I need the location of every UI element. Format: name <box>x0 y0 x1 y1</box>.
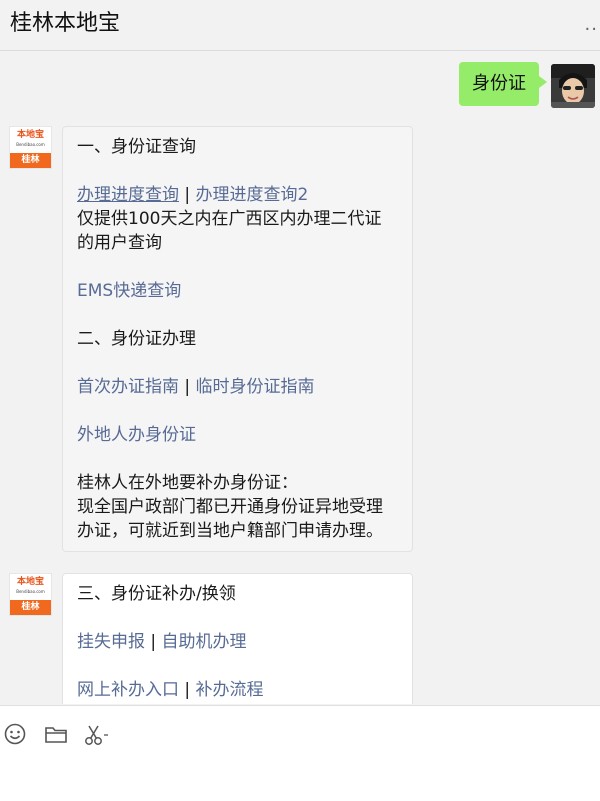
scissors-icon[interactable] <box>84 723 108 747</box>
section-heading: 一、身份证查询 <box>77 137 196 157</box>
info-title: 桂林人在外地要补办身份证： <box>77 473 298 493</box>
link-separator: | <box>184 680 191 700</box>
chat-title: 桂林本地宝 <box>10 11 121 36</box>
bot-avatar[interactable]: 本地宝 Bendibao.com 桂林 <box>9 126 52 169</box>
ems-query-link[interactable]: EMS快递查询 <box>77 279 398 303</box>
bot-message-bubble: 三、身份证补办/换领 挂失申报 | 自助机办理 网上补办入口 | 补办流程 <box>62 573 413 704</box>
progress-links: 办理进度查询 | 办理进度查询2 <box>77 183 398 207</box>
user-avatar[interactable] <box>551 64 595 108</box>
input-toolbar <box>0 705 600 801</box>
replace-links: 挂失申报 | 自助机办理 <box>77 630 398 654</box>
link-separator: | <box>184 377 191 397</box>
logo-city: 桂林 <box>10 600 51 615</box>
info-body: 现全国户政部门都已开通身份证异地受理办证，可就近到当地户籍部门申请办理。 <box>77 497 383 541</box>
query-note: 仅提供100天之内在广西区内办理二代证的用户查询 <box>77 209 382 253</box>
self-service-link[interactable]: 自助机办理 <box>162 632 247 652</box>
guide-links: 首次办证指南 | 临时身份证指南 <box>77 375 398 399</box>
more-options-icon[interactable]: .. <box>585 14 598 35</box>
progress-query-link[interactable]: 办理进度查询 <box>77 185 179 205</box>
online-replace-link[interactable]: 网上补办入口 <box>77 680 179 700</box>
section-heading: 三、身份证补办/换领 <box>77 584 236 604</box>
bot-message-bubble: 一、身份证查询 办理进度查询 | 办理进度查询2 仅提供100天之内在广西区内办… <box>62 126 413 552</box>
folder-icon[interactable] <box>44 723 68 747</box>
first-id-guide-link[interactable]: 首次办证指南 <box>77 377 179 397</box>
bot-avatar[interactable]: 本地宝 Bendibao.com 桂林 <box>9 573 52 616</box>
logo-city: 桂林 <box>10 153 51 168</box>
temp-id-guide-link[interactable]: 临时身份证指南 <box>196 377 315 397</box>
logo-text: 本地宝 <box>16 130 44 140</box>
chat-header: 桂林本地宝 .. <box>0 0 600 51</box>
user-message-bubble: 身份证 <box>459 62 547 106</box>
message-list[interactable]: 身份证 本地宝 Bendibao.com 桂林 一、身份证查询 办理进度查询 |… <box>0 51 600 704</box>
logo-sub: Bendibao.com <box>16 589 45 594</box>
outsider-id-link[interactable]: 外地人办身份证 <box>77 423 398 447</box>
link-separator: | <box>150 632 157 652</box>
progress-query2-link[interactable]: 办理进度查询2 <box>196 185 309 205</box>
online-links: 网上补办入口 | 补办流程 <box>77 678 398 702</box>
replace-process-link[interactable]: 补办流程 <box>196 680 264 700</box>
logo-sub: Bendibao.com <box>16 142 45 147</box>
logo-text: 本地宝 <box>16 577 44 587</box>
section-heading: 二、身份证办理 <box>77 329 196 349</box>
emoji-icon[interactable] <box>4 723 28 747</box>
link-separator: | <box>184 185 191 205</box>
loss-report-link[interactable]: 挂失申报 <box>77 632 145 652</box>
